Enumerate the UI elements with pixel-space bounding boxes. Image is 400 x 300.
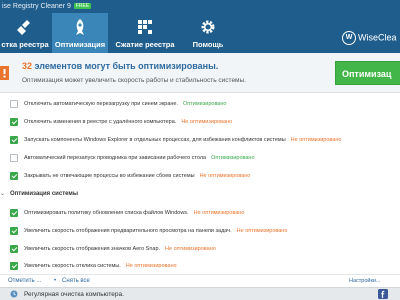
item-checkbox[interactable] [10,118,18,126]
list-item[interactable]: Отключить автоматическую перезагрузку пр… [0,95,400,113]
item-text: Автоматический перезапуск проводника при… [24,155,207,161]
item-text: Увеличить скорость отклика системы. [24,263,121,269]
brand-icon: W [342,31,356,45]
separator: • [54,278,57,284]
brand-name: WiseClea [358,32,397,43]
tab-optimization[interactable]: Оптимизация [52,13,108,53]
summary-subtitle: Оптимизация может увеличить скорость раб… [22,77,247,84]
item-text: Увеличить скорость отображения предварит… [24,228,232,234]
tab-label: Сжатие реестра [115,40,175,49]
summary-headline: 32 элементов могут быть оптимизированы. [22,61,218,71]
list-item[interactable]: Увеличить скорость отклика системы. Не оп… [0,257,400,275]
item-checkbox[interactable] [10,262,18,270]
optimization-list: Отключить автоматическую перезагрузку пр… [0,95,400,275]
item-status: Оптимизировано [183,101,227,107]
item-text: Увеличить скорость отображения значков A… [24,246,161,252]
title-bar: ise Registry Cleaner 9 FREE [0,0,400,13]
brand-logo: W WiseClea [342,31,400,51]
list-item[interactable]: Увеличить скорость отображения предварит… [0,222,400,240]
status-text: Регулярная очистка компьютера. [24,291,124,298]
main-toolbar: стка реестра Оптимизация Сжатие реестра … [0,13,400,53]
optimize-button[interactable]: Оптимизац [335,61,400,85]
clock-icon [10,290,18,298]
list-item[interactable]: Увеличить скорость отображения значков A… [0,240,400,258]
item-text: Оптимизировать политику обновления списк… [24,210,189,216]
section-title: Оптимизация системы [10,191,78,197]
warning-icon [0,66,9,80]
item-text: Закрывать не отвечающие процессы во избе… [24,173,195,179]
check-all-link[interactable]: Отметить ... [8,275,41,287]
grid-icon [138,20,152,34]
item-status: Не оптимизировано [236,228,288,234]
item-checkbox[interactable] [10,136,18,144]
issue-count: 32 [22,61,33,71]
list-item[interactable]: Оптимизировать политику обновления списк… [0,204,400,222]
item-status: Не оптимизировано [165,246,216,252]
item-checkbox[interactable] [10,227,18,235]
tab-registry-defrag[interactable]: Сжатие реестра [110,13,180,53]
settings-link[interactable]: Настройки... [349,275,381,287]
item-status: Не оптимизировано [193,210,245,216]
item-status: Не оптимизировано [199,173,251,179]
facebook-icon[interactable] [378,289,388,299]
summary-banner: 32 элементов могут быть оптимизированы. … [0,53,400,93]
tab-label: Оптимизация [54,40,106,49]
rocket-icon [76,19,84,35]
section-header[interactable]: ⌄ Оптимизация системы [0,186,400,202]
item-checkbox[interactable] [10,172,18,180]
chevron-down-icon[interactable]: ⌄ [0,186,5,202]
item-text: Отключить автоматическую перезагрузку пр… [24,101,179,107]
broom-icon [17,20,30,35]
list-item[interactable]: Автоматический перезапуск проводника при… [0,149,400,167]
item-checkbox[interactable] [10,154,18,162]
item-status: Не оптимизировано [125,263,177,269]
tab-help[interactable]: Помощь [182,13,234,53]
list-item[interactable]: Отключить изменения в реестре с удалённо… [0,113,400,131]
list-item[interactable]: Закрывать не отвечающие процессы во избе… [0,167,400,185]
free-badge: FREE [73,3,92,9]
item-text: Запускать компоненты Windows Explorer в … [24,137,286,143]
tab-registry-cleaner[interactable]: стка реестра [0,13,60,53]
window-title: ise Registry Cleaner 9 [2,3,71,10]
item-checkbox[interactable] [10,245,18,253]
list-item[interactable]: Запускать компоненты Windows Explorer в … [0,131,400,149]
tab-label: Помощь [192,40,224,49]
uncheck-all-link[interactable]: Снять все [62,275,90,287]
item-checkbox[interactable] [10,209,18,217]
item-checkbox[interactable] [10,100,18,108]
footer-links: Отметить ... • Снять все Настройки... [0,274,400,286]
item-text: Отключить изменения в реестре с удалённо… [24,119,177,125]
item-status: Оптимизировано [211,155,255,161]
headline-text: элементов могут быть оптимизированы. [32,61,219,71]
tab-label: стка реестра [1,40,49,49]
gear-icon [201,20,215,34]
status-bar: Регулярная очистка компьютера. [0,287,400,300]
item-status: Не оптимизировано [181,119,233,125]
item-status: Не оптимизировано [290,137,342,143]
